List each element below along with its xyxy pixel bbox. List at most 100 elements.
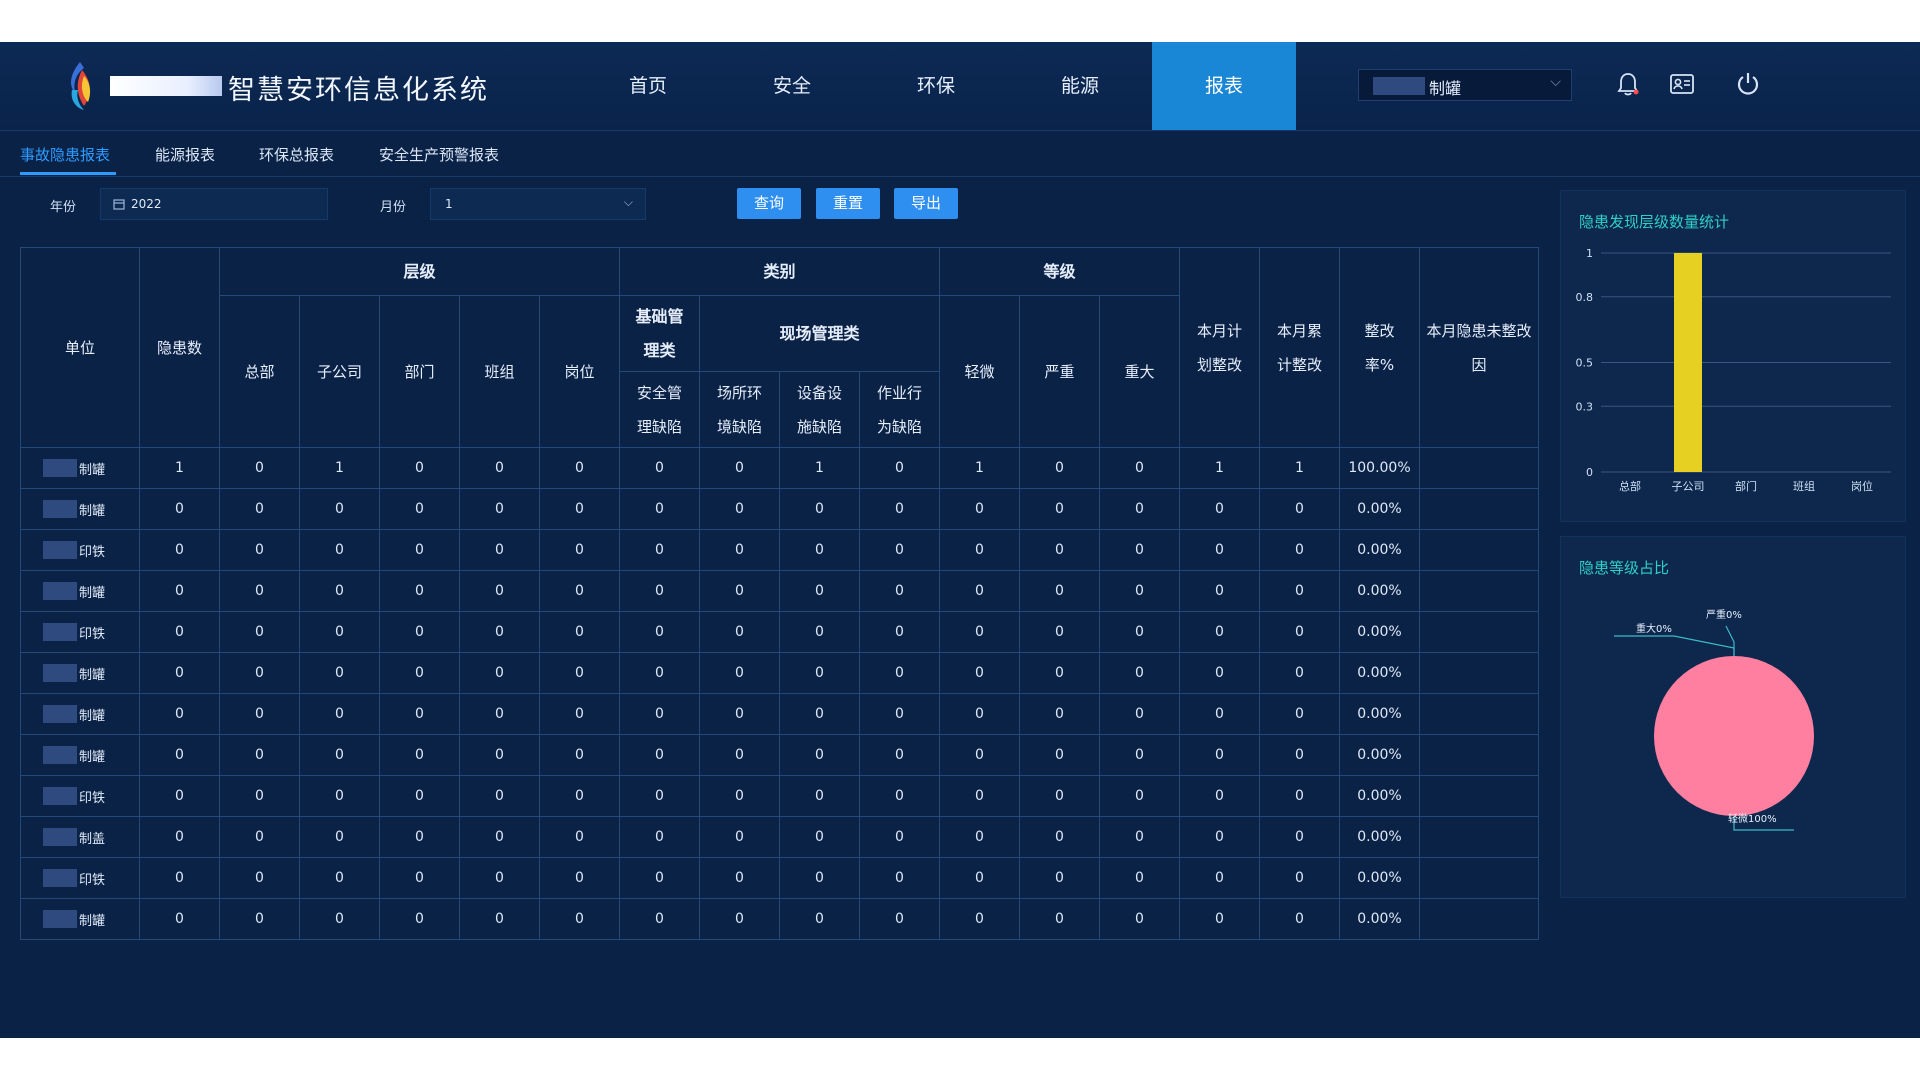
header-grade-serious: 严重 [1019, 295, 1100, 448]
cell-level-subsidiary: 0 [299, 611, 380, 653]
cell-cat-basic-mgmt: 0 [619, 693, 700, 735]
main-nav: 首页 安全 环保 能源 报表 [576, 42, 1296, 130]
nav-environment[interactable]: 环保 [864, 42, 1008, 130]
cell-cat-equipment: 0 [779, 652, 860, 694]
cell-level-post: 0 [539, 693, 620, 735]
bar-子公司[interactable] [1674, 253, 1702, 472]
unit-name: 制罐 [79, 585, 106, 601]
cell-unit: 制罐 [20, 447, 140, 489]
cell-level-hq: 0 [219, 611, 300, 653]
cell-rectify-rate: 0.00% [1339, 898, 1420, 940]
power-icon[interactable] [1734, 70, 1762, 98]
tab-safety-warning-report[interactable]: 安全生产预警报表 [379, 144, 499, 165]
tab-energy-report[interactable]: 能源报表 [155, 144, 215, 165]
header-grade-minor: 轻微 [939, 295, 1020, 448]
month-value: 1 [445, 197, 453, 211]
cell-cat-behavior: 0 [859, 488, 940, 530]
cell-cat-site-env: 0 [699, 488, 780, 530]
header-unit: 单位 [20, 247, 140, 448]
org-select[interactable]: 制罐 ⌵ [1358, 69, 1572, 101]
org-select-value: 制罐 [1429, 79, 1462, 98]
cell-unit: 制罐 [20, 570, 140, 612]
nav-home[interactable]: 首页 [576, 42, 720, 130]
user-card-icon[interactable] [1668, 70, 1696, 98]
cell-cat-basic-mgmt: 0 [619, 734, 700, 776]
cell-cat-basic-mgmt: 0 [619, 529, 700, 571]
cell-grade-serious: 0 [1019, 447, 1100, 489]
chevron-down-icon: ⌵ [1550, 74, 1561, 90]
cell-cat-basic-mgmt: 0 [619, 488, 700, 530]
header-level-group: 层级 [219, 247, 620, 296]
cell-hazard-count: 0 [139, 488, 220, 530]
table-row: 制罐 1 0 1 0 0 0 0 0 1 0 1 0 0 1 1 100.00% [20, 447, 1539, 489]
cell-cat-site-env: 0 [699, 570, 780, 612]
cell-unrectified-reason [1419, 529, 1539, 571]
table-row: 印铁 0 0 0 0 0 0 0 0 0 0 0 0 0 0 0 0.00% [20, 857, 1539, 899]
cell-unrectified-reason [1419, 734, 1539, 776]
nav-energy[interactable]: 能源 [1008, 42, 1152, 130]
cell-grade-major: 0 [1099, 775, 1180, 817]
cell-level-dept: 0 [379, 816, 460, 858]
cell-level-post: 0 [539, 857, 620, 899]
cell-rectify-rate: 0.00% [1339, 775, 1420, 817]
cell-level-dept: 0 [379, 611, 460, 653]
cell-grade-minor: 0 [939, 693, 1020, 735]
cell-cumulative-rectify: 0 [1259, 488, 1340, 530]
cell-plan-rectify: 0 [1179, 775, 1260, 817]
header-level-hq: 总部 [219, 295, 300, 448]
reset-button[interactable]: 重置 [816, 188, 880, 219]
cell-unit: 印铁 [20, 775, 140, 817]
cell-unrectified-reason [1419, 652, 1539, 694]
tab-environment-report[interactable]: 环保总报表 [259, 144, 334, 165]
unit-name: 印铁 [79, 872, 106, 888]
cell-level-subsidiary: 1 [299, 447, 380, 489]
pie-slice[interactable] [1654, 656, 1814, 816]
cell-level-dept: 0 [379, 857, 460, 899]
cell-grade-serious: 0 [1019, 529, 1100, 571]
unit-name: 制罐 [79, 503, 106, 519]
app-logo-icon [71, 62, 91, 110]
header-category-group: 类别 [619, 247, 940, 296]
app-title: 智慧安环信息化系统 [228, 75, 489, 106]
month-select[interactable]: 1 ⌵ [430, 188, 646, 220]
cell-rectify-rate: 0.00% [1339, 488, 1420, 530]
header-plan-rectify: 本月计 划整改 [1179, 247, 1260, 448]
cell-grade-serious: 0 [1019, 775, 1100, 817]
cell-rectify-rate: 0.00% [1339, 611, 1420, 653]
query-button[interactable]: 查询 [737, 188, 801, 219]
pie-label: 轻微100% [1728, 812, 1777, 825]
cell-level-dept: 0 [379, 652, 460, 694]
cell-grade-major: 0 [1099, 447, 1180, 489]
app-window: 智慧安环信息化系统 首页 安全 环保 能源 报表 制罐 ⌵ 事故隐患报表 能源报… [0, 42, 1920, 1038]
cell-cat-site-env: 0 [699, 529, 780, 571]
cell-cat-basic-mgmt: 0 [619, 857, 700, 899]
nav-reports[interactable]: 报表 [1152, 42, 1296, 130]
bell-icon[interactable] [1614, 70, 1642, 98]
cell-cat-equipment: 0 [779, 775, 860, 817]
cell-grade-major: 0 [1099, 693, 1180, 735]
cell-hazard-count: 0 [139, 775, 220, 817]
header-cat-behavior: 作业行 为缺陷 [859, 371, 940, 448]
cell-cumulative-rectify: 1 [1259, 447, 1340, 489]
x-tick-label: 总部 [1619, 479, 1641, 493]
nav-safety[interactable]: 安全 [720, 42, 864, 130]
cell-grade-serious: 0 [1019, 611, 1100, 653]
unit-name: 印铁 [79, 790, 106, 806]
active-tab-underline [20, 172, 116, 175]
cell-unit: 制罐 [20, 488, 140, 530]
cell-level-dept: 0 [379, 775, 460, 817]
export-button[interactable]: 导出 [894, 188, 958, 219]
cell-level-team: 0 [459, 775, 540, 817]
cell-level-subsidiary: 0 [299, 488, 380, 530]
cell-cumulative-rectify: 0 [1259, 570, 1340, 612]
cell-level-subsidiary: 0 [299, 857, 380, 899]
cell-unit: 制罐 [20, 693, 140, 735]
cell-cat-basic-mgmt: 0 [619, 775, 700, 817]
cell-cat-behavior: 0 [859, 652, 940, 694]
year-picker[interactable]: 2022 [100, 188, 328, 220]
cell-unit: 制盖 [20, 816, 140, 858]
unit-name: 制盖 [79, 831, 106, 847]
tab-hazard-report[interactable]: 事故隐患报表 [20, 144, 110, 165]
calendar-icon [113, 199, 125, 210]
x-tick-label: 岗位 [1851, 479, 1873, 493]
